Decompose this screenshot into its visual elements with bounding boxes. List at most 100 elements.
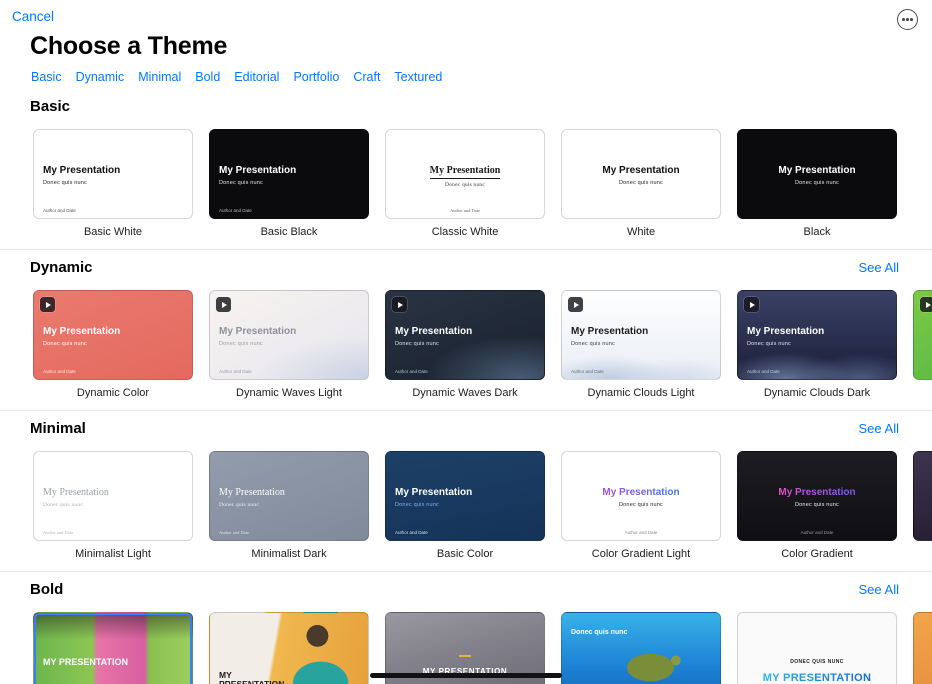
theme-thumbnail[interactable]: My PresentationDonec quis nuncAuthor and… [33, 290, 193, 380]
see-all-link[interactable]: See All [859, 582, 899, 597]
section-title: Bold [30, 581, 63, 598]
home-indicator-bar[interactable] [370, 673, 562, 678]
theme-partial[interactable]: MY PRESENTATION [33, 612, 193, 684]
theme-row: My PresentationDonec quis nunc Author and… [0, 129, 932, 239]
theme-thumbnail[interactable]: My PresentationDonec quis nuncAuthor and… [209, 290, 369, 380]
theme-classic-white[interactable]: My PresentationDonec quis nuncAuthor and… [385, 129, 545, 239]
section-title: Dynamic [30, 259, 93, 276]
slide-title: My Presentation [219, 326, 296, 338]
tab-bold[interactable]: Bold [195, 70, 220, 84]
slide-title: Donec quis nunc [571, 629, 627, 637]
theme-partial[interactable]: Donec quis nunc [561, 612, 721, 684]
slide-byline: Author and Date [219, 208, 359, 213]
theme-thumbnail[interactable]: My PresentationDonec quis nuncAuthor and… [561, 451, 721, 541]
theme-black[interactable]: My PresentationDonec quis nuncBlack [737, 129, 897, 239]
theme-thumbnail[interactable]: My PresentationDonec quis nunc [737, 129, 897, 219]
play-icon [216, 297, 231, 312]
theme-thumbnail[interactable]: My PresentationDonec quis nuncAuthor and… [385, 451, 545, 541]
tab-craft[interactable]: Craft [353, 70, 380, 84]
slide-title: My Presentation [395, 326, 472, 338]
slide-preview-text: My PresentationDonec quis nunc [747, 321, 887, 348]
tab-minimal[interactable]: Minimal [138, 70, 181, 84]
see-all-link[interactable]: See All [859, 421, 899, 436]
slide-byline: Author and Date [395, 369, 535, 374]
theme-thumbnail[interactable]: My PresentationDonec quis nuncAuthor and… [385, 129, 545, 219]
theme-row: My PresentationDonec quis nuncAuthor and… [0, 290, 932, 400]
theme-label: Minimalist Light [33, 548, 193, 561]
theme-thumbnail[interactable]: MY PRESENTATION [209, 612, 369, 684]
theme-minimalist-dark[interactable]: My PresentationDonec quis nuncAuthor and… [209, 451, 369, 561]
theme-partial[interactable] [913, 290, 932, 400]
theme-thumbnail[interactable]: My Presentation Donec quis nunc Author and… [33, 451, 193, 541]
slide-subtitle: Donec quis nunc [395, 341, 535, 347]
slide-byline: Author and Date [395, 530, 535, 535]
theme-minimalist-light[interactable]: My Presentation Donec quis nunc Author and… [33, 451, 193, 561]
tab-dynamic[interactable]: Dynamic [76, 70, 125, 84]
tab-basic[interactable]: Basic [31, 70, 62, 84]
slide-preview-text: MY PRESENTATION [43, 652, 129, 670]
theme-partial[interactable] [913, 451, 932, 561]
slide-subtitle: Donec quis nunc [747, 341, 887, 347]
theme-thumbnail[interactable]: Donec quis nunc [561, 612, 721, 684]
tab-textured[interactable]: Textured [394, 70, 442, 84]
slide-subtitle: Donec quis nunc [395, 502, 535, 508]
section-basic: BasicMy PresentationDonec quis nuncAutho… [0, 84, 932, 249]
section-bold: Bold See All MY PRESENTATION MY PRESENTATIO… [0, 571, 932, 684]
theme-dynamic-clouds-dark[interactable]: My PresentationDonec quis nuncAuthor and… [737, 290, 897, 400]
slide-title: MY PRESENTATION [43, 658, 128, 667]
slide-preview-text: MY PRESENTATION [219, 671, 297, 684]
tab-editorial[interactable]: Editorial [234, 70, 279, 84]
theme-basic-color[interactable]: My PresentationDonec quis nuncAuthor and… [385, 451, 545, 561]
slide-subtitle: Donec quis nunc [43, 341, 183, 347]
slide-preview-text: My PresentationDonec quis nunc [571, 160, 711, 187]
tab-portfolio[interactable]: Portfolio [293, 70, 339, 84]
theme-dynamic-color[interactable]: My PresentationDonec quis nuncAuthor and… [33, 290, 193, 400]
slide-subtitle: Donec quis nunc [43, 180, 183, 186]
slide-preview-text: My PresentationDonec quis nunc [571, 321, 711, 348]
slide-subtitle: Donec quis nunc [747, 180, 887, 186]
slide-byline: Author and Date [571, 369, 711, 374]
theme-label: Basic Color [385, 548, 545, 561]
theme-thumbnail[interactable]: My PresentationDonec quis nuncAuthor and… [209, 451, 369, 541]
theme-thumbnail[interactable]: My PresentationDonec quis nuncAuthor and… [737, 290, 897, 380]
theme-partial[interactable]: DONEC QUIS NUNCMY PRESENTATION [737, 612, 897, 684]
theme-white[interactable]: My PresentationDonec quis nuncWhite [561, 129, 721, 239]
slide-title: My Presentation [43, 487, 109, 499]
theme-thumbnail[interactable]: My Presentation Donec quis nunc Author and… [385, 290, 545, 380]
slide-preview-text: My PresentationDonec quis nunc [43, 160, 183, 187]
slide-subtitle: Donec quis nunc [43, 502, 183, 508]
theme-thumbnail[interactable]: DONEC QUIS NUNCMY PRESENTATION [737, 612, 897, 684]
slide-byline: Author and Date [43, 208, 183, 213]
play-icon [568, 297, 583, 312]
theme-thumbnail[interactable]: My PresentationDonec quis nunc Author and… [33, 129, 193, 219]
theme-basic-black[interactable]: My PresentationDonec quis nuncAuthor and… [209, 129, 369, 239]
more-options-button[interactable] [897, 9, 918, 30]
theme-color-gradient[interactable]: My PresentationDonec quis nuncAuthor and… [737, 451, 897, 561]
slide-byline: Author and Date [43, 530, 183, 535]
theme-chooser: Cancel Choose a Theme BasicDynamicMinima… [0, 0, 932, 684]
play-icon [392, 297, 407, 312]
theme-thumbnail[interactable]: MY PRESENTATION [33, 612, 193, 684]
theme-dynamic-waves-dark[interactable]: My Presentation Donec quis nunc Author and… [385, 290, 545, 400]
see-all-link[interactable]: See All [859, 260, 899, 275]
theme-thumbnail[interactable] [913, 612, 932, 684]
theme-thumbnail[interactable] [913, 451, 932, 541]
theme-label: Dynamic Clouds Dark [737, 387, 897, 400]
theme-label: Basic Black [209, 226, 369, 239]
theme-thumbnail[interactable]: My PresentationDonec quis nuncAuthor and… [209, 129, 369, 219]
theme-sections: BasicMy PresentationDonec quis nuncAutho… [0, 84, 932, 684]
theme-dynamic-clouds-light[interactable]: My PresentationDonec quis nunc Author and… [561, 290, 721, 400]
theme-partial[interactable] [913, 612, 932, 684]
theme-partial[interactable]: MY PRESENTATION [209, 612, 369, 684]
theme-thumbnail[interactable] [913, 290, 932, 380]
theme-basic-white[interactable]: My PresentationDonec quis nunc Author and… [33, 129, 193, 239]
theme-color-gradient-light[interactable]: My PresentationDonec quis nuncAuthor and… [561, 451, 721, 561]
theme-thumbnail[interactable]: My PresentationDonec quis nunc Author and… [561, 290, 721, 380]
theme-thumbnail[interactable]: My PresentationDonec quis nuncAuthor and… [737, 451, 897, 541]
theme-label: Color Gradient [737, 548, 897, 561]
cancel-button[interactable]: Cancel [12, 9, 54, 24]
slide-preview-text: My PresentationDonec quis nunc [219, 321, 359, 348]
theme-dynamic-waves-light[interactable]: My PresentationDonec quis nuncAuthor and… [209, 290, 369, 400]
theme-label: Minimalist Dark [209, 548, 369, 561]
theme-thumbnail[interactable]: My PresentationDonec quis nunc [561, 129, 721, 219]
